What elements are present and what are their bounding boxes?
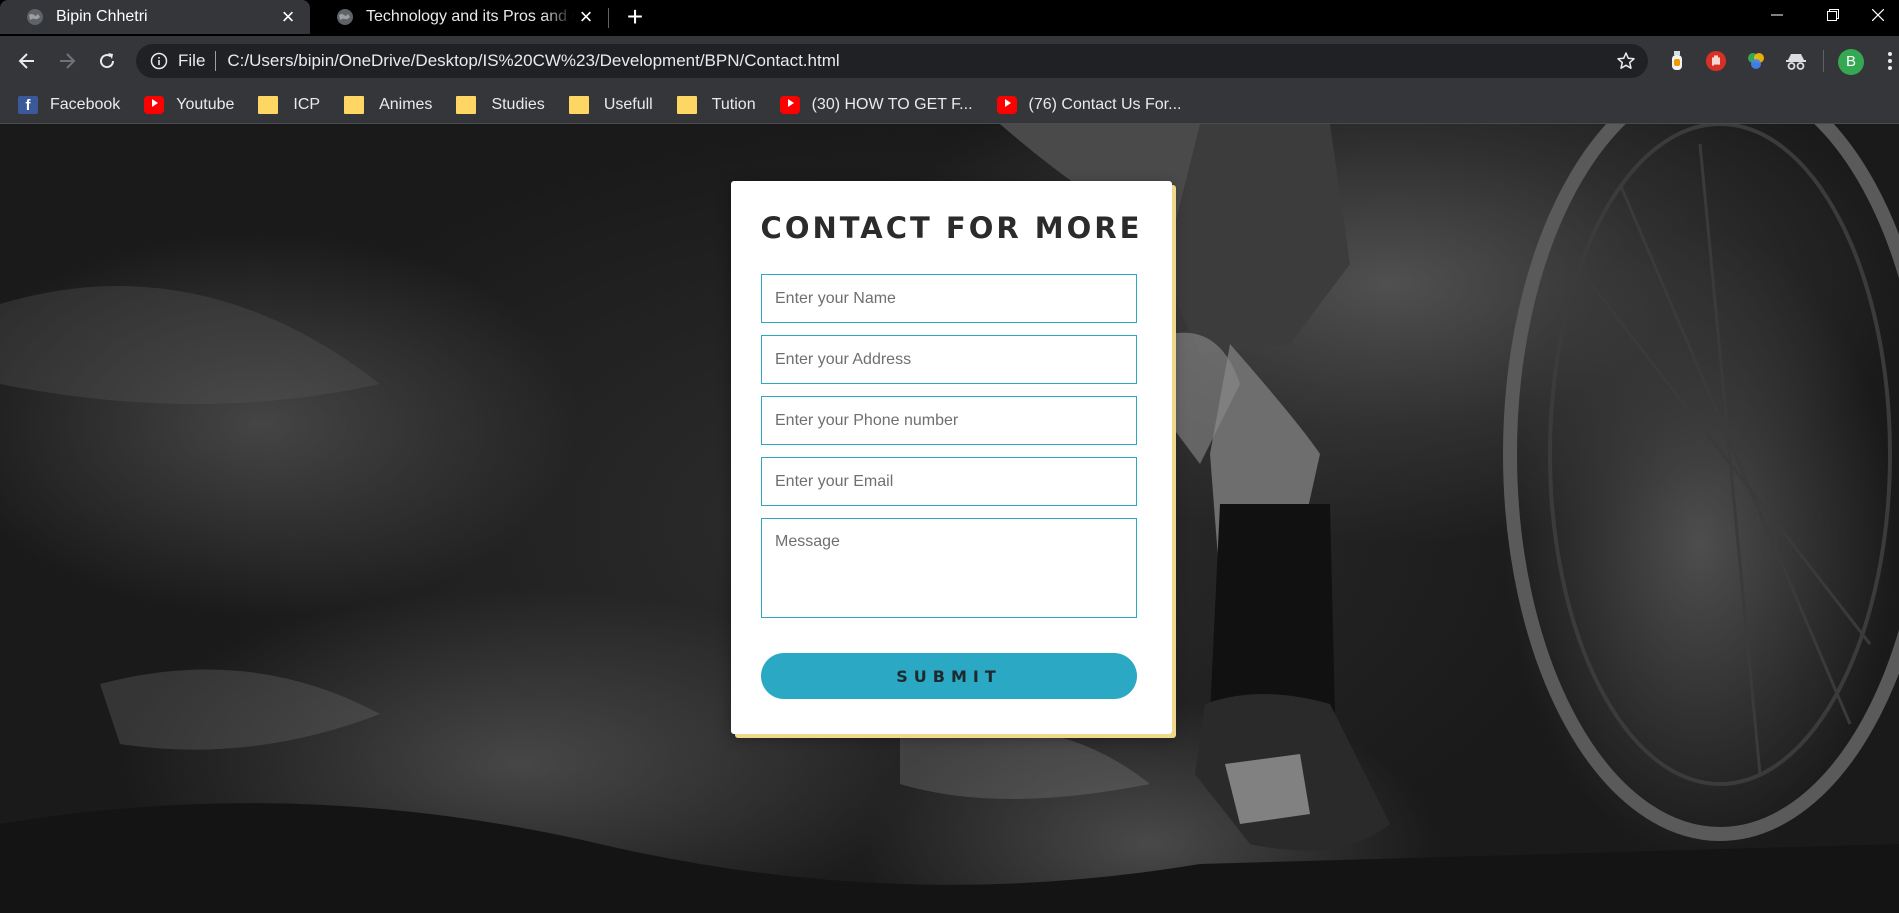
extension-button[interactable] (1744, 49, 1768, 73)
youtube-icon (144, 95, 165, 114)
message-textarea[interactable] (761, 518, 1137, 618)
contact-form-card: CONTACT FOR MORE SUBMIT (731, 181, 1172, 734)
reload-icon (100, 53, 115, 69)
bookmark-folder-icp[interactable]: ICP (258, 90, 320, 120)
reload-button[interactable] (93, 47, 121, 75)
incognito-icon (1786, 54, 1806, 70)
bookmark-facebook[interactable]: f Facebook (18, 90, 120, 120)
close-icon (1872, 9, 1884, 21)
browser-toolbar: File C:/Users/bipin/OneDrive/Desktop/IS%… (0, 36, 1899, 86)
globe-icon (27, 9, 43, 25)
bookmark-youtube[interactable]: Youtube (144, 90, 234, 120)
close-window-button[interactable] (1855, 0, 1899, 30)
tab-title: Bipin Chhetri (56, 8, 148, 25)
facebook-icon: f (18, 95, 38, 114)
bookmarks-bar: f Facebook Youtube ICP Animes Studies Us… (0, 86, 1899, 124)
minimize-icon (1771, 14, 1783, 16)
toolbar-separator (1823, 50, 1824, 72)
restore-icon (1827, 9, 1839, 21)
submit-button[interactable]: SUBMIT (761, 653, 1137, 699)
youtube-icon (996, 95, 1017, 114)
bookmark-how-to-get[interactable]: (30) HOW TO GET F... (779, 90, 973, 120)
email-input[interactable] (761, 457, 1137, 506)
page-viewport: CONTACT FOR MORE SUBMIT (0, 124, 1899, 913)
bookmark-label: ICP (293, 95, 321, 113)
info-icon[interactable] (150, 52, 168, 70)
bookmark-folder-animes[interactable]: Animes (344, 90, 432, 120)
bookmark-folder-usefull[interactable]: Usefull (568, 90, 653, 120)
profile-avatar[interactable]: B (1838, 49, 1864, 75)
arrow-right-icon (60, 53, 76, 69)
restore-button[interactable] (1810, 0, 1856, 30)
folder-icon (568, 95, 589, 114)
extension-button[interactable] (1784, 49, 1808, 73)
bookmark-folder-studies[interactable]: Studies (456, 90, 545, 120)
folder-icon (456, 95, 477, 114)
bookmark-label: Facebook (50, 95, 121, 113)
youtube-icon (779, 95, 800, 114)
scheme-label: File (178, 51, 206, 70)
address-divider (215, 51, 217, 71)
tab-title: Technology and its Pros and Cons (366, 8, 574, 25)
bookmark-label: Animes (379, 95, 433, 113)
extension-lotion-icon (1672, 51, 1682, 70)
tab-separator (608, 8, 609, 28)
address-bar[interactable]: File C:/Users/bipin/OneDrive/Desktop/IS%… (136, 44, 1648, 78)
bookmark-folder-tution[interactable]: Tution (676, 90, 756, 120)
folder-icon (344, 95, 365, 114)
browser-menu-button[interactable] (1880, 48, 1899, 74)
form-heading: CONTACT FOR MORE (760, 211, 1143, 245)
arrow-left-icon (18, 53, 34, 69)
minimize-button[interactable] (1754, 0, 1800, 30)
bookmark-label: (76) Contact Us For... (1028, 95, 1182, 113)
bookmark-contact-us[interactable]: (76) Contact Us For... (996, 90, 1182, 120)
new-tab-button[interactable]: + (622, 3, 648, 31)
bookmark-label: Youtube (176, 95, 235, 113)
folder-icon (258, 95, 279, 114)
folder-icon (676, 95, 697, 114)
star-icon[interactable] (1616, 51, 1636, 71)
address-input[interactable] (761, 335, 1137, 384)
color-picker-icon (1748, 53, 1764, 69)
close-tab-button[interactable]: × (574, 5, 598, 29)
back-button[interactable] (13, 47, 41, 75)
tab-strip: Bipin Chhetri × Technology and its Pros … (0, 0, 1899, 36)
bookmark-label: (30) HOW TO GET F... (811, 95, 973, 113)
url-text[interactable]: C:/Users/bipin/OneDrive/Desktop/IS%20CW%… (227, 51, 839, 71)
forward-button[interactable] (53, 47, 81, 75)
bookmark-label: Tution (711, 95, 756, 113)
tab-bipin-chhetri[interactable]: Bipin Chhetri × (0, 0, 310, 34)
globe-icon (337, 9, 353, 25)
phone-input[interactable] (761, 396, 1137, 445)
hand-stop-icon (1706, 51, 1726, 71)
name-input[interactable] (761, 274, 1137, 323)
tab-technology[interactable]: Technology and its Pros and Cons × (310, 0, 608, 34)
extension-button[interactable] (1665, 49, 1689, 73)
extension-button[interactable] (1704, 49, 1728, 73)
bookmark-label: Usefull (603, 95, 653, 113)
bookmark-label: Studies (491, 95, 545, 113)
close-tab-button[interactable]: × (276, 5, 300, 29)
